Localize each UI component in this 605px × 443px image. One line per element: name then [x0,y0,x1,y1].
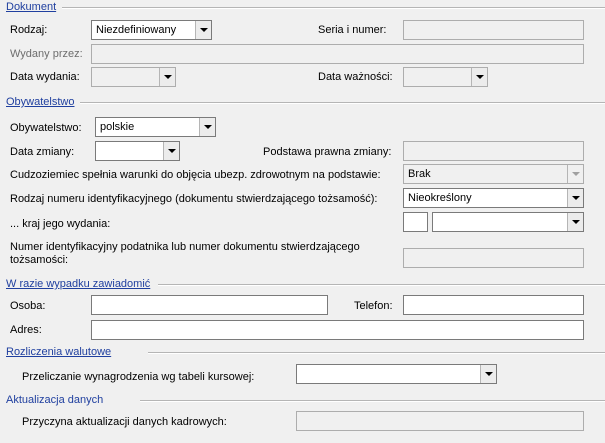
telefon-input[interactable] [403,295,584,315]
telefon-label: Telefon: [354,300,393,312]
tabela-kursowa-dropdown[interactable] [296,364,497,384]
osoba-label: Osoba: [10,300,46,312]
kraj-dropdown-button[interactable] [567,213,583,231]
rodzaj-numeru-dropdown[interactable]: Nieokreślony [403,188,584,208]
data-zmiany-label: Data zmiany: [10,146,75,158]
rodzaj-label: Rodzaj: [10,24,48,36]
chevron-down-icon [476,75,484,79]
chevron-down-icon [485,372,493,376]
rodzaj-value: Niezdefiniowany [96,24,177,36]
chevron-down-icon [204,125,212,129]
adres-label: Adres: [10,324,42,336]
kraj-dropdown[interactable] [432,212,584,232]
data-waznosci-picker[interactable] [403,67,488,87]
obywatelstwo-dropdown[interactable]: polskie [95,117,216,137]
wydany-label: Wydany przez: [10,48,83,60]
numer-label-line2: tożsamości: [10,254,69,266]
section-divider [62,7,605,9]
chevron-down-icon [168,149,176,153]
chevron-down-icon [572,196,580,200]
data-wydania-picker[interactable] [91,67,176,87]
section-title-wypadek: W razie wypadku zawiadomić [6,278,155,291]
numer-label-line1: Numer identyfikacyjny podatnika lub nume… [10,241,360,253]
rodzaj-dropdown-button[interactable] [195,21,211,39]
section-divider [148,352,605,354]
cudzoziemiec-label: Cudzoziemiec spełnia warunki do objęcia … [10,169,381,181]
wydany-przez-field[interactable] [91,44,584,64]
section-title-aktualizacja: Aktualizacja danych [6,394,108,407]
cudzoziemiec-dropdown[interactable]: Brak [403,164,584,184]
podstawa-prawna-field[interactable] [403,141,584,161]
seria-numer-field[interactable] [403,20,584,40]
kraj-code-field[interactable] [403,212,428,232]
kraj-label: ... kraj jego wydania: [10,218,111,230]
cudzoziemiec-value: Brak [408,168,431,180]
tabela-kursowa-dropdown-button[interactable] [480,365,496,383]
chevron-down-icon [572,172,580,176]
chevron-down-icon [200,28,208,32]
section-title-rozliczenia: Rozliczenia walutowe [6,346,116,359]
data-zmiany-dropdown-button[interactable] [163,142,179,160]
data-waznosci-dropdown-button[interactable] [471,68,487,86]
data-waznosci-label: Data ważności: [318,71,393,83]
adres-input[interactable] [91,320,584,340]
section-title-dokument: Dokument [6,1,61,14]
osoba-input[interactable] [91,295,328,315]
chevron-down-icon [164,75,172,79]
section-title-obywatelstwo: Obywatelstwo [6,96,79,109]
rodzaj-numeru-dropdown-button[interactable] [567,189,583,207]
przyczyna-label: Przyczyna aktualizacji danych kadrowych: [22,416,227,428]
section-divider [80,102,605,104]
podstawa-label: Podstawa prawna zmiany: [263,146,392,158]
data-wydania-label: Data wydania: [10,71,80,83]
chevron-down-icon [572,220,580,224]
section-divider [140,400,605,402]
cudzoziemiec-dropdown-button[interactable] [567,165,583,183]
data-zmiany-picker[interactable] [95,141,180,161]
przeliczanie-label: Przeliczanie wynagrodzenia wg tabeli kur… [22,371,255,383]
obywatelstwo-value: polskie [100,121,135,133]
rodzaj-dropdown[interactable]: Niezdefiniowany [91,20,212,40]
section-divider [158,284,605,286]
rodzaj-numeru-value: Nieokreślony [408,192,472,204]
rodzaj-numeru-label: Rodzaj numeru identyfikacyjnego (dokumen… [10,193,378,205]
przyczyna-aktualizacji-field[interactable] [296,411,584,431]
obywatelstwo-dropdown-button[interactable] [199,118,215,136]
seria-label: Seria i numer: [318,24,387,36]
numer-identyfikacyjny-field[interactable] [403,248,584,268]
obywatelstwo-label: Obywatelstwo: [10,122,82,134]
data-wydania-dropdown-button[interactable] [159,68,175,86]
